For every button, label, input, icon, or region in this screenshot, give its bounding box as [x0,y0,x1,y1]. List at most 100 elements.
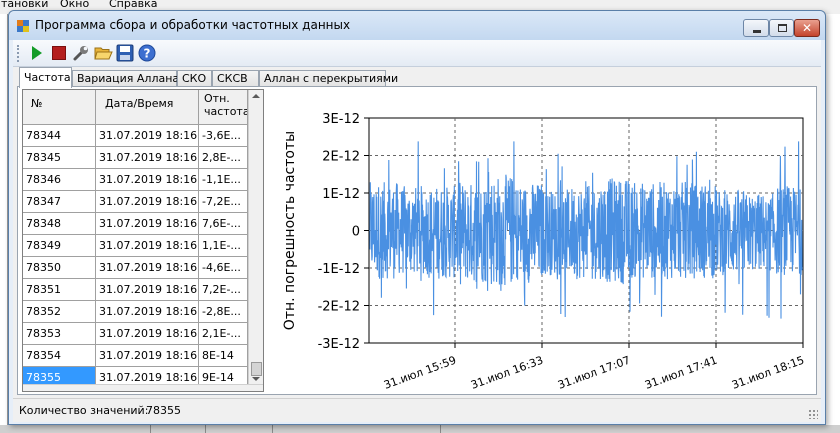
cell-rel-frequency[interactable]: 1,1E-... [199,235,248,257]
scroll-up-icon[interactable] [252,94,260,98]
status-count-label: Количество значений: [19,404,149,417]
title-bar[interactable]: Программа сбора и обработки частотных да… [9,11,825,40]
cell-number[interactable]: 78352 [23,301,96,323]
help-icon: ? [138,44,156,62]
column-header-datetime[interactable]: Дата/Время [96,90,199,125]
cell-number[interactable]: 78346 [23,169,96,191]
cell-datetime[interactable]: 31.07.2019 18:16... [96,279,199,301]
table-row[interactable]: 78346 31.07.2019 18:16... -1,1E... [23,169,248,191]
table-row[interactable]: 78347 31.07.2019 18:16... -7,2E... [23,191,248,213]
background-panel-left [0,14,8,433]
vertical-scrollbar[interactable] [248,90,263,384]
x-tick-label: 31.июл 18:15 [730,354,806,392]
window-client-area: ? Частота Вариация Аллана СКО СКСВ Аллан… [13,40,821,422]
cell-datetime[interactable]: 31.07.2019 18:16... [96,301,199,323]
background-grid-line [150,425,151,433]
background-panel-bottom [0,425,840,433]
table-row[interactable]: 78352 31.07.2019 18:16... -2,8E... [23,301,248,323]
cell-number[interactable]: 78344 [23,125,96,147]
scroll-thumb[interactable] [251,362,262,376]
window-title: Программа сбора и обработки частотных да… [35,18,351,32]
tab-sko[interactable]: СКО [177,70,212,87]
grid-rows: 78344 31.07.2019 18:16... -3,6E... 78345 31.… [23,125,248,389]
tab-sksv[interactable]: СКСВ [212,70,259,87]
cell-number[interactable]: 78350 [23,257,96,279]
cell-number[interactable]: 78353 [23,323,96,345]
play-icon [32,46,42,60]
cell-datetime[interactable]: 31.07.2019 18:16... [96,147,199,169]
cell-datetime[interactable]: 31.07.2019 18:16... [96,235,199,257]
cell-rel-frequency[interactable]: -7,2E... [199,191,248,213]
table-row[interactable]: 78350 31.07.2019 18:16... -4,6E... [23,257,248,279]
tab-strip: Частота Вариация Аллана СКО СКСВ Аллан с… [13,67,821,88]
save-button[interactable] [115,43,135,63]
cell-rel-frequency[interactable]: 2,8E-... [199,147,248,169]
toolbar-grip[interactable] [17,45,20,62]
background-menu-item[interactable]: тановки [1,0,48,10]
close-button[interactable]: ✕ [794,19,820,37]
scroll-down-icon[interactable] [252,377,260,381]
background-menu-item[interactable]: Окно [60,0,89,10]
stop-button[interactable] [49,43,69,63]
settings-button[interactable] [71,43,91,63]
column-header-number[interactable]: № [23,90,96,125]
tab-frequency[interactable]: Частота [19,67,72,88]
cell-datetime[interactable]: 31.07.2019 18:16... [96,191,199,213]
cell-rel-frequency[interactable]: -4,6E... [199,257,248,279]
cell-rel-frequency[interactable]: -1,1E... [199,169,248,191]
stop-icon [52,46,66,60]
status-bar: Количество значений: 78355 [13,398,821,422]
cell-rel-frequency[interactable]: 2,1E-... [199,323,248,345]
cell-number[interactable]: 78345 [23,147,96,169]
tab-allan-overlapping[interactable]: Аллан с перекрытиями [259,70,398,87]
table-row[interactable]: 78351 31.07.2019 18:16... 7,2E-... [23,279,248,301]
data-grid[interactable]: № Дата/Время Отн. частота 78344 31.07.201… [22,89,264,392]
resize-grip[interactable] [808,409,818,419]
frequency-chart: 3E-12 2E-12 1E-12 0 -1E-12 -2E-12 -3E-12 31.июл… [274,89,814,392]
cell-rel-frequency[interactable]: -2,8E... [199,301,248,323]
tab-allan-variance[interactable]: Вариация Аллана [72,70,179,87]
cell-number[interactable]: 78349 [23,235,96,257]
table-row[interactable]: 78354 31.07.2019 18:16... 8E-14 [23,345,248,367]
start-button[interactable] [27,43,47,63]
main-window: Программа сбора и обработки частотных да… [8,10,826,425]
table-row[interactable]: 78353 31.07.2019 18:16... 2,1E-... [23,323,248,345]
y-axis-label: Отн. погрешность частоты [282,131,298,330]
cell-datetime[interactable]: 31.07.2019 18:16... [96,169,199,191]
background-menu-item[interactable]: Справка [109,0,157,10]
background-panel-right [826,14,840,433]
background-grid-line [205,425,206,433]
column-header-rel-frequency[interactable]: Отн. частота [199,90,248,125]
cell-datetime[interactable]: 31.07.2019 18:16... [96,125,199,147]
cell-rel-frequency[interactable]: 7,6E-... [199,213,248,235]
chart-svg: 3E-12 2E-12 1E-12 0 -1E-12 -2E-12 -3E-12 31.июл… [282,112,806,392]
table-row[interactable]: 78345 31.07.2019 18:16... 2,8E-... [23,147,248,169]
cell-datetime[interactable]: 31.07.2019 18:16... [96,213,199,235]
cell-datetime[interactable]: 31.07.2019 18:16... [96,257,199,279]
maximize-button[interactable] [769,19,794,37]
tab-panel-frequency: № Дата/Время Отн. частота 78344 31.07.201… [17,86,817,395]
toolbar: ? [13,40,821,67]
cell-datetime[interactable]: 31.07.2019 18:16... [96,345,199,367]
table-row[interactable]: 78349 31.07.2019 18:16... 1,1E-... [23,235,248,257]
help-button[interactable]: ? [137,43,157,63]
cell-number[interactable]: 78347 [23,191,96,213]
horizontal-scrollbar[interactable] [23,384,263,391]
cell-number[interactable]: 78351 [23,279,96,301]
minimize-icon [753,30,761,33]
minimize-button[interactable] [743,19,769,37]
floppy-disk-icon [116,44,134,62]
table-row[interactable]: 78344 31.07.2019 18:16... -3,6E... [23,125,248,147]
cell-datetime[interactable]: 31.07.2019 18:16... [96,323,199,345]
cell-rel-frequency[interactable]: 7,2E-... [199,279,248,301]
x-tick-label: 31.июл 15:59 [382,354,458,392]
cell-number[interactable]: 78348 [23,213,96,235]
cell-rel-frequency[interactable]: 8E-14 [199,345,248,367]
app-icon [17,20,29,32]
table-row[interactable]: 78348 31.07.2019 18:16... 7,6E-... [23,213,248,235]
y-tick-label: 3E-12 [322,112,360,127]
cell-rel-frequency[interactable]: -3,6E... [199,125,248,147]
open-button[interactable] [93,43,113,63]
cell-number[interactable]: 78354 [23,345,96,367]
y-tick-label: 1E-12 [322,187,360,202]
